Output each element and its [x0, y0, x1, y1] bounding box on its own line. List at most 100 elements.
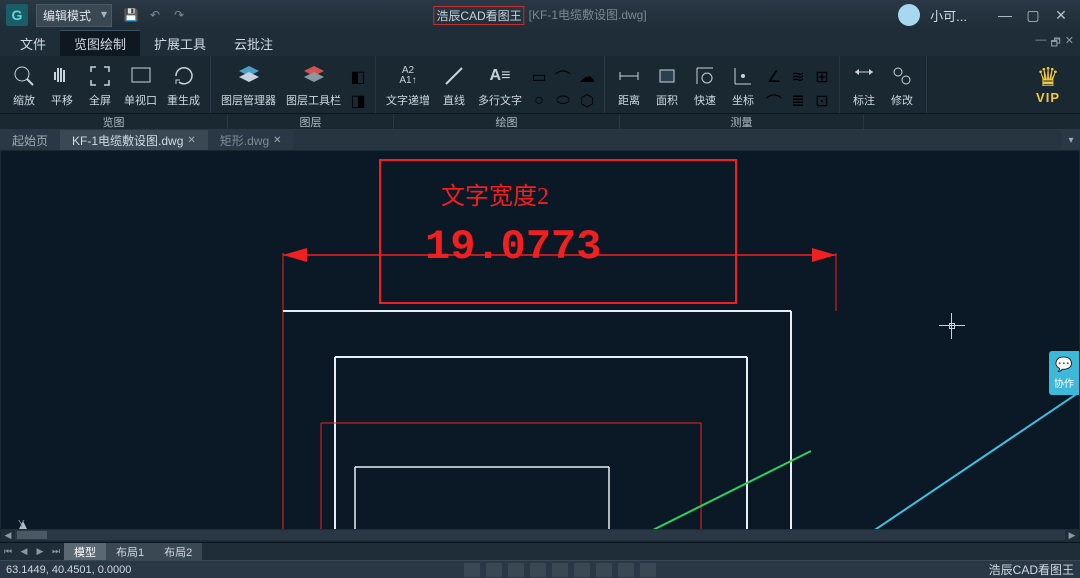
- extra-toggle[interactable]: [640, 563, 656, 577]
- coord-button[interactable]: 坐标: [725, 60, 761, 110]
- vip-button[interactable]: ♛ VIP: [1016, 56, 1080, 113]
- close-icon[interactable]: ✕: [273, 135, 281, 146]
- regen-button[interactable]: 重生成: [163, 60, 204, 110]
- qa-save-icon[interactable]: 💾: [122, 6, 140, 24]
- meas-tool4-icon[interactable]: ≣: [788, 91, 808, 111]
- modify-button[interactable]: 修改: [884, 60, 920, 110]
- start-tab[interactable]: 起始页: [0, 130, 60, 150]
- layer-manager-button[interactable]: 图层管理器: [217, 60, 280, 110]
- meas-tool6-icon[interactable]: ⊡: [812, 91, 832, 111]
- maximize-button[interactable]: ▢: [1020, 4, 1046, 26]
- zoom-button[interactable]: 缩放: [6, 60, 42, 110]
- layer-tool1-icon[interactable]: ◧: [348, 67, 368, 87]
- app-logo-icon: G: [6, 4, 28, 26]
- child-minimize-icon[interactable]: —: [1035, 34, 1046, 53]
- textinc-icon: A2A1↑: [394, 62, 422, 90]
- child-restore-icon[interactable]: 🗗: [1050, 34, 1060, 53]
- ribbon-group-view: 缩放 平移 全屏 单视口 重生成: [0, 56, 211, 113]
- layer-tool2-icon[interactable]: ◨: [348, 91, 368, 111]
- coord-icon: [729, 62, 757, 90]
- child-close-icon[interactable]: ✕: [1065, 34, 1074, 53]
- layer-small-tools: ◧ ◨: [347, 60, 369, 112]
- lay-next-icon[interactable]: ▶: [32, 543, 48, 560]
- brand-footer: 浩辰CAD看图王: [989, 561, 1074, 578]
- fullscreen-button[interactable]: 全屏: [82, 60, 118, 110]
- lay-first-icon[interactable]: ⏮: [0, 543, 16, 560]
- lay-prev-icon[interactable]: ◀: [16, 543, 32, 560]
- meas-arc-icon[interactable]: ⌒: [764, 91, 784, 111]
- annot-icon: [850, 62, 878, 90]
- menu-file[interactable]: 文件: [6, 31, 60, 56]
- draw-ellipse-icon[interactable]: ⬭: [553, 91, 573, 111]
- ribbon: 缩放 平移 全屏 单视口 重生成 图层管理器 图层工具栏 ◧ ◨ A2A1↑文字…: [0, 56, 1080, 114]
- otrack-toggle[interactable]: [574, 563, 590, 577]
- lay-last-icon[interactable]: ⏭: [48, 543, 64, 560]
- menu-bar: 文件 览图绘制 扩展工具 云批注 — 🗗 ✕: [0, 30, 1080, 56]
- layout2-tab[interactable]: 布局2: [154, 543, 202, 560]
- minimize-button[interactable]: —: [992, 4, 1018, 26]
- dist-button[interactable]: 距离: [611, 60, 647, 110]
- layer-toolbar-button[interactable]: 图层工具栏: [282, 60, 345, 110]
- draw-arc-icon[interactable]: ⌒: [553, 67, 573, 87]
- qa-undo-icon[interactable]: ↶: [146, 6, 164, 24]
- area-button[interactable]: 面积: [649, 60, 685, 110]
- layout1-tab[interactable]: 布局1: [106, 543, 154, 560]
- collab-button[interactable]: 💬 协作: [1049, 351, 1079, 395]
- doc-tab-2[interactable]: 矩形.dwg✕: [208, 130, 294, 150]
- quick-button[interactable]: 快速: [687, 60, 723, 110]
- model-toggle[interactable]: [618, 563, 634, 577]
- close-icon[interactable]: ✕: [187, 135, 195, 146]
- meas-tool3-icon[interactable]: ≋: [788, 67, 808, 87]
- drawing-canvas[interactable]: 文字宽度2 19.0773 💬 协作 YX ◀ ▶: [0, 150, 1080, 542]
- pan-button[interactable]: 平移: [44, 60, 80, 110]
- chat-icon: 💬: [1055, 356, 1072, 373]
- fullscreen-icon: [86, 62, 114, 90]
- scroll-left-icon[interactable]: ◀: [1, 530, 15, 541]
- menu-view[interactable]: 览图绘制: [60, 30, 140, 56]
- mtext-button[interactable]: A≡多行文字: [474, 60, 526, 110]
- lwt-toggle[interactable]: [596, 563, 612, 577]
- dist-icon: [615, 62, 643, 90]
- textinc-button[interactable]: A2A1↑文字递增: [382, 60, 434, 110]
- mode-select[interactable]: 编辑模式: [36, 4, 112, 27]
- qa-redo-icon[interactable]: ↷: [170, 6, 188, 24]
- draw-poly-icon[interactable]: ⬡: [577, 91, 597, 111]
- ribbon-group-labels: 览图 图层 绘图 测量: [0, 114, 1080, 130]
- polar-toggle[interactable]: [530, 563, 546, 577]
- draw-circle-icon[interactable]: ○: [529, 91, 549, 111]
- meas-tool5-icon[interactable]: ⊞: [812, 67, 832, 87]
- osnap-toggle[interactable]: [552, 563, 568, 577]
- app-title: 浩辰CAD看图王: [433, 6, 524, 25]
- h-scrollbar[interactable]: ◀ ▶: [1, 529, 1079, 541]
- grid-toggle[interactable]: [486, 563, 502, 577]
- modify-icon: [888, 62, 916, 90]
- draw-cloud-icon[interactable]: ☁: [577, 67, 597, 87]
- document-tabs: 起始页 KF-1电缆敷设图.dwg✕ 矩形.dwg✕ ▾: [0, 130, 1080, 150]
- snap-toggle[interactable]: [464, 563, 480, 577]
- line-button[interactable]: 直线: [436, 60, 472, 110]
- status-toggles: [464, 563, 656, 577]
- doc-tab-1[interactable]: KF-1电缆敷设图.dwg✕: [60, 130, 208, 150]
- meas-angle-icon[interactable]: ∠: [764, 67, 784, 87]
- regen-icon: [170, 62, 198, 90]
- close-button[interactable]: ✕: [1048, 4, 1074, 26]
- draw-rect-icon[interactable]: ▭: [529, 67, 549, 87]
- tabs-overflow-icon[interactable]: ▾: [1062, 130, 1080, 150]
- viewport-button[interactable]: 单视口: [120, 60, 161, 110]
- annot-button[interactable]: 标注: [846, 60, 882, 110]
- quick-icon: [691, 62, 719, 90]
- menu-cloud[interactable]: 云批注: [220, 31, 287, 56]
- file-title: [KF-1电缆敷设图.dwg]: [529, 6, 647, 25]
- layer-toolbar-icon: [300, 62, 328, 90]
- status-bar: 63.1449, 40.4501, 0.0000 浩辰CAD看图王: [0, 560, 1080, 578]
- pan-icon: [48, 62, 76, 90]
- crown-icon: ♛: [1036, 64, 1059, 90]
- scroll-right-icon[interactable]: ▶: [1065, 530, 1079, 541]
- model-tab[interactable]: 模型: [64, 543, 106, 560]
- ortho-toggle[interactable]: [508, 563, 524, 577]
- avatar[interactable]: [898, 4, 920, 26]
- scroll-thumb[interactable]: [17, 531, 47, 539]
- menu-ext[interactable]: 扩展工具: [140, 31, 220, 56]
- line-icon: [440, 62, 468, 90]
- title-bar: G 编辑模式 💾 ↶ ↷ 浩辰CAD看图王 [KF-1电缆敷设图.dwg] 小可…: [0, 0, 1080, 30]
